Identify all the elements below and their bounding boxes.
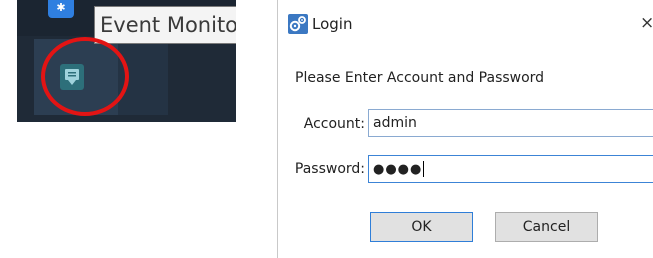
close-button[interactable]: ×	[640, 12, 653, 34]
account-value: admin	[373, 115, 417, 131]
cancel-button[interactable]: Cancel	[495, 212, 598, 242]
event-monitor-tooltip: Event Monitor	[94, 6, 236, 44]
dialog-title: Login	[312, 15, 353, 33]
title-bar[interactable]: Login ×	[278, 0, 653, 48]
taskbar-crop: ✱ Event Monitor	[17, 0, 236, 122]
highlight-circle	[41, 37, 129, 116]
login-prompt: Please Enter Account and Password	[295, 70, 545, 86]
text-caret	[423, 161, 425, 177]
login-dialog: Login × Please Enter Account and Passwor…	[277, 0, 653, 258]
password-label: Password:	[294, 161, 365, 177]
account-field[interactable]: admin	[368, 109, 653, 137]
password-field[interactable]: ●●●●	[368, 155, 653, 183]
bluetooth-icon[interactable]: ✱	[48, 0, 74, 18]
gears-icon	[288, 14, 308, 34]
ok-button[interactable]: OK	[370, 212, 473, 242]
password-mask: ●●●●	[373, 162, 423, 177]
account-label: Account:	[303, 116, 365, 132]
